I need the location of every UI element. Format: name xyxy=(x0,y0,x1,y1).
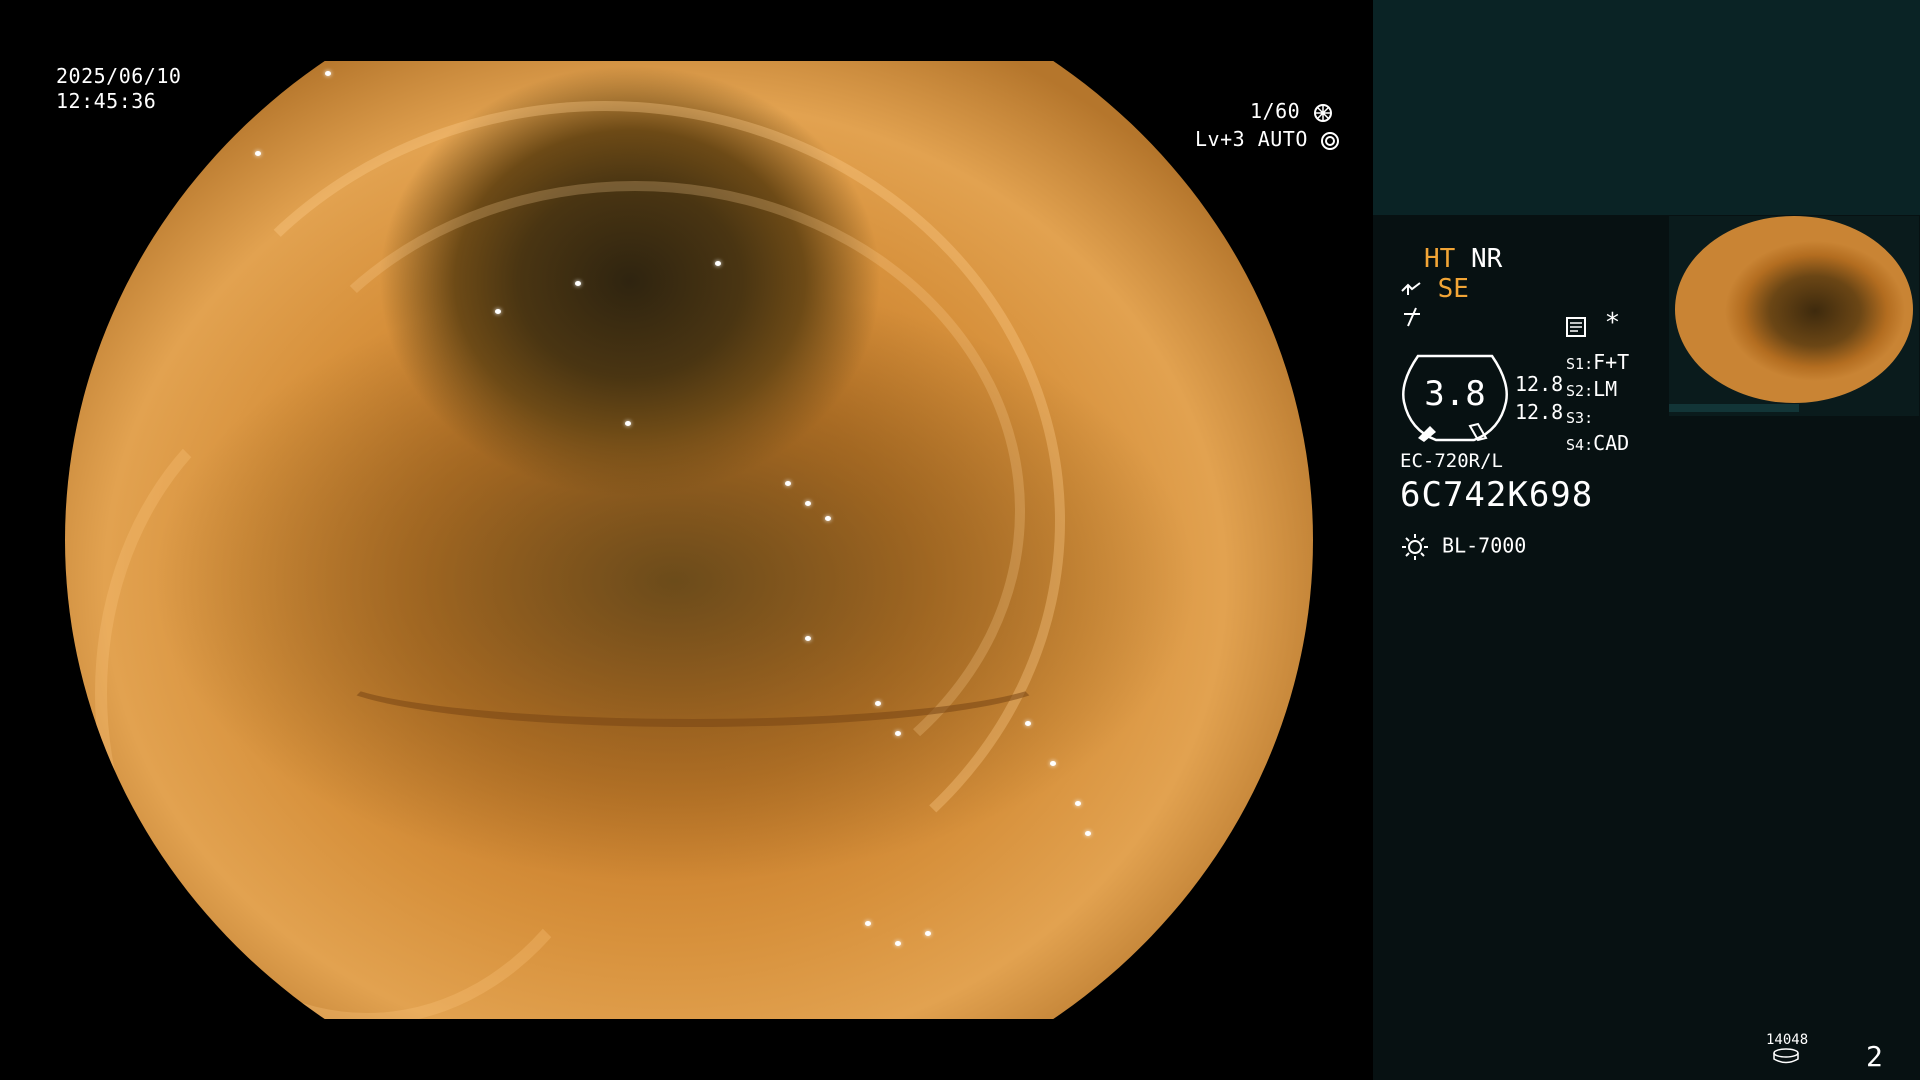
mode-row-2: SE xyxy=(1400,274,1469,304)
storage-counter: 14048 xyxy=(1766,1032,1809,1068)
shutter-speed: 1/60 xyxy=(1250,99,1333,123)
settings-values: 12.8 12.8 xyxy=(1515,370,1563,426)
light-model: BL-7000 xyxy=(1442,533,1527,558)
setting-value-2: 12.8 xyxy=(1515,400,1564,424)
panel-header-block xyxy=(1373,0,1920,215)
dashed-icon xyxy=(1404,307,1420,327)
memo-icon xyxy=(1566,316,1586,337)
thumbnail-bar xyxy=(1669,404,1799,412)
light-source: BL-7000 xyxy=(1400,532,1526,562)
gauge-value: 3.8 xyxy=(1424,374,1486,414)
thumbnail-frame[interactable] xyxy=(1669,216,1919,416)
slot-item: S4:CAD xyxy=(1566,431,1630,455)
memo-row: * xyxy=(1565,308,1620,338)
level-value: Lv+3 xyxy=(1195,127,1246,151)
scope-serial: 6C742K698 xyxy=(1400,475,1594,515)
storage-count: 14048 xyxy=(1766,1032,1809,1048)
slot-item: S1:F+T xyxy=(1566,350,1630,374)
iris-icon xyxy=(1321,131,1340,150)
slot-key: S2 xyxy=(1566,382,1585,400)
asterisk-indicator: * xyxy=(1604,308,1621,338)
scope-icon xyxy=(1401,281,1421,295)
disk-icon xyxy=(1773,1048,1799,1064)
thumbnail-image xyxy=(1675,216,1913,403)
page-number: 2 xyxy=(1866,1040,1883,1073)
endoscope-view xyxy=(65,61,1313,1019)
slot-key: S3 xyxy=(1566,409,1585,427)
slot-item: S3: xyxy=(1566,409,1594,427)
ht-indicator: HT xyxy=(1424,244,1456,274)
setting-value-1: 12.8 xyxy=(1515,372,1564,396)
slot-item: S2:LM xyxy=(1566,377,1618,401)
shutter-value: 1/60 xyxy=(1250,99,1301,123)
light-icon xyxy=(1402,534,1428,560)
time-label: 12:45:36 xyxy=(56,89,157,113)
shutter-icon xyxy=(1313,103,1332,122)
mode-row-1: HT NR xyxy=(1424,244,1502,274)
mode-value: AUTO xyxy=(1257,127,1308,151)
scope-model: EC-720R/L xyxy=(1400,450,1503,472)
slot-value: CAD xyxy=(1593,431,1630,455)
date-label: 2025/06/10 xyxy=(56,64,182,88)
slot-value: LM xyxy=(1593,377,1618,401)
slot-key: S4 xyxy=(1566,436,1585,454)
slot-key: S1 xyxy=(1566,355,1585,373)
mode-row-3 xyxy=(1402,306,1422,332)
slot-value: F+T xyxy=(1593,350,1630,374)
gauge: 3.8 xyxy=(1398,352,1512,444)
se-indicator: SE xyxy=(1437,274,1469,304)
slot-list: S1:F+T S2:LM S3: S4:CAD xyxy=(1566,350,1629,458)
nr-indicator: NR xyxy=(1470,244,1503,274)
exposure-mode: Lv+3 AUTO xyxy=(1195,127,1340,151)
